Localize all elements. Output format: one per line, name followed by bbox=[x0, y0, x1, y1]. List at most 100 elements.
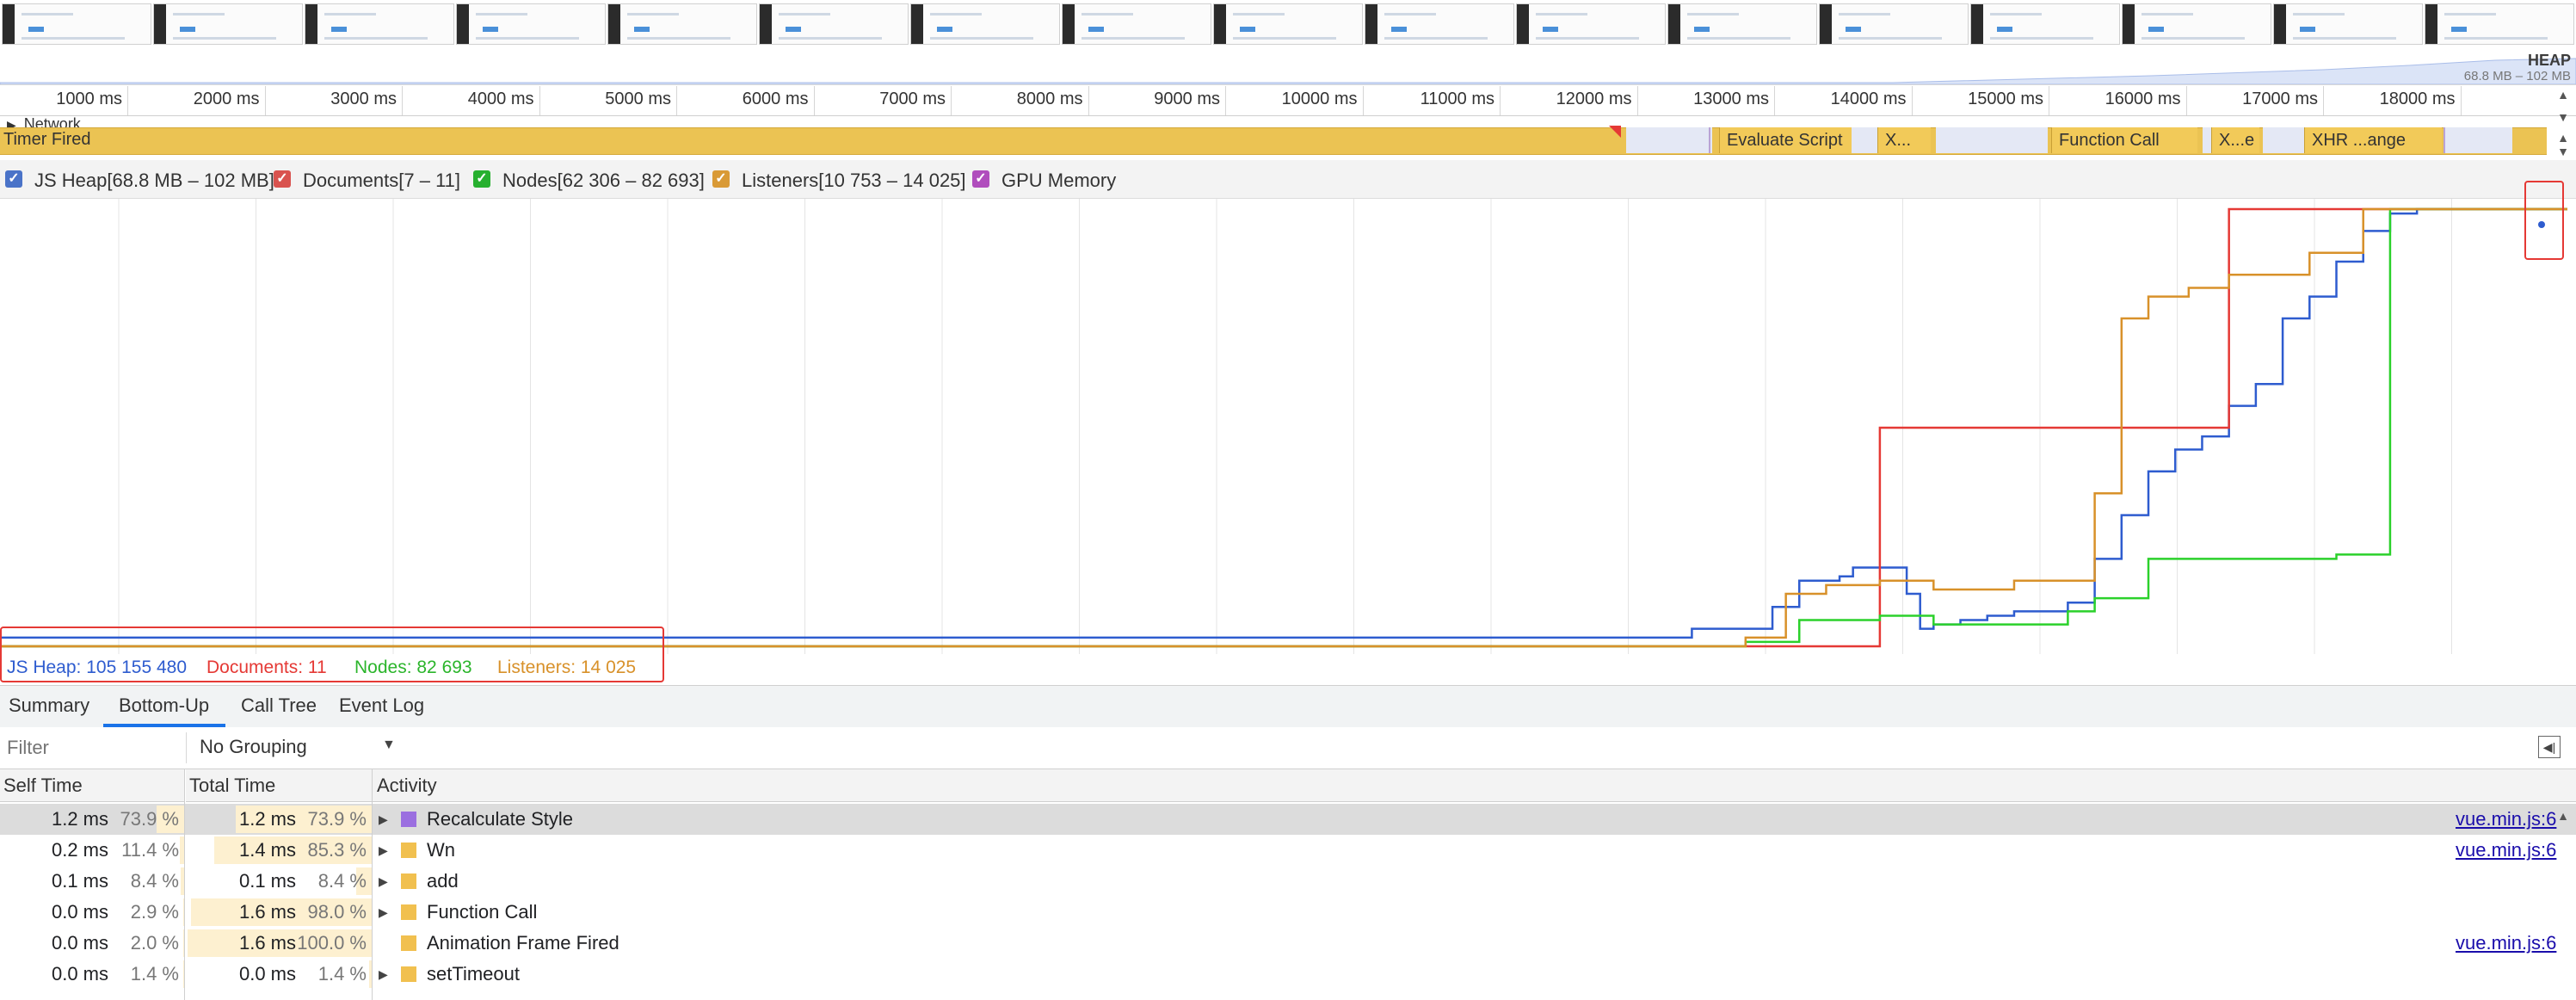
nodes-checkbox[interactable]: ✓ bbox=[473, 170, 490, 188]
listeners-checkbox[interactable]: ✓ bbox=[712, 170, 730, 188]
ruler-tick-line bbox=[2185, 86, 2187, 115]
nodes-legend-label: Nodes[62 306 – 82 693] bbox=[502, 170, 705, 191]
heap-overview[interactable] bbox=[0, 48, 2576, 85]
ruler-tick-label: 2000 ms bbox=[193, 90, 260, 108]
tab-event-log[interactable]: Event Log bbox=[339, 694, 424, 717]
ruler-tick-line bbox=[1911, 86, 1913, 115]
task-xe[interactable]: X...e bbox=[2211, 127, 2259, 153]
screenshot-thumbnail[interactable] bbox=[456, 3, 606, 45]
gpu-memory-checkbox[interactable]: ✓ bbox=[972, 170, 989, 188]
activity-name: Function Call bbox=[427, 901, 538, 923]
total-time-percent: 100.0 % bbox=[297, 932, 367, 954]
expand-triangle-icon[interactable]: ▶ bbox=[379, 959, 388, 990]
expand-triangle-icon[interactable]: ▶ bbox=[379, 804, 388, 835]
ruler-tick-label: 6000 ms bbox=[742, 90, 809, 108]
screenshot-thumbnail[interactable] bbox=[1062, 3, 1211, 45]
ruler-tick-line bbox=[1362, 86, 1364, 115]
ruler-tick-line bbox=[676, 86, 677, 115]
network-track[interactable]: ▶ Network bbox=[0, 115, 81, 133]
screenshot-thumbnail[interactable] bbox=[910, 3, 1060, 45]
tab-call-tree[interactable]: Call Tree bbox=[241, 694, 317, 717]
screenshot-thumbnail[interactable] bbox=[2273, 3, 2423, 45]
expand-triangle-icon[interactable]: ▶ bbox=[379, 866, 388, 897]
screenshot-thumbnail[interactable] bbox=[2, 3, 151, 45]
total-time-percent: 8.4 % bbox=[317, 870, 367, 892]
counters-chart[interactable] bbox=[0, 199, 2576, 654]
self-time-percent: 73.9 % bbox=[120, 808, 180, 830]
highlight-box-readout bbox=[0, 627, 664, 682]
tab-summary[interactable]: Summary bbox=[9, 694, 89, 717]
table-row[interactable]: 0.0 ms 2.0 % 1.6 ms 100.0 % Animation Frame … bbox=[0, 928, 2576, 959]
ruler-tick-line bbox=[1225, 86, 1226, 115]
scroll-up-icon[interactable]: ▲ bbox=[2557, 809, 2569, 823]
grouping-select[interactable]: No Grouping bbox=[200, 736, 307, 758]
ruler-tick-label: 8000 ms bbox=[1016, 90, 1083, 108]
screenshot-thumbnail[interactable] bbox=[2425, 3, 2574, 45]
self-time-percent: 1.4 % bbox=[130, 963, 179, 985]
screenshot-thumbnail[interactable] bbox=[305, 3, 454, 45]
expand-triangle-icon[interactable]: ▶ bbox=[379, 897, 388, 928]
ruler-tick-label: 15000 ms bbox=[1968, 90, 2043, 108]
category-color-swatch bbox=[401, 904, 416, 920]
marker-stroke bbox=[2444, 127, 2445, 153]
screenshot-thumbnail[interactable] bbox=[759, 3, 909, 45]
time-ruler[interactable]: 1000 ms 2000 ms 3000 ms 4000 ms 5000 ms 6000 … bbox=[0, 86, 2576, 116]
screenshot-thumbnail[interactable] bbox=[607, 3, 757, 45]
timer-fired-label: Timer Fired bbox=[3, 130, 91, 149]
total-time-value: 1.6 ms bbox=[238, 932, 296, 954]
ruler-tick-label: 14000 ms bbox=[1830, 90, 1907, 108]
source-link[interactable]: vue.min.js:6 bbox=[2456, 835, 2559, 866]
self-time-percent: 2.9 % bbox=[130, 901, 179, 923]
source-link[interactable]: vue.min.js:6 bbox=[2456, 928, 2559, 959]
task-evaluate-script[interactable]: Evaluate Script bbox=[1719, 127, 1852, 153]
ruler-tick-line bbox=[2460, 86, 2462, 115]
header-total-time[interactable]: Total Time bbox=[186, 769, 373, 802]
scroll-down-icon[interactable]: ▼ bbox=[2557, 110, 2569, 124]
ruler-tick-label: 3000 ms bbox=[330, 90, 397, 108]
screenshot-thumbnail[interactable] bbox=[1970, 3, 2120, 45]
screenshot-thumbnail[interactable] bbox=[2122, 3, 2271, 45]
task-xhr-change[interactable]: XHR ...ange bbox=[2304, 127, 2442, 153]
js-heap-checkbox[interactable]: ✓ bbox=[5, 170, 22, 188]
counters-chart-svg bbox=[0, 199, 2567, 654]
bottom-up-table: Self Time Total Time Activity 1.2 ms 73.9… bbox=[0, 769, 2576, 1000]
screenshot-thumbnail[interactable] bbox=[1516, 3, 1666, 45]
scroll-up-icon[interactable]: ▲ bbox=[2557, 131, 2569, 145]
ruler-tick-line bbox=[813, 86, 815, 115]
dropdown-arrow-icon[interactable]: ▼ bbox=[382, 738, 396, 753]
table-row[interactable]: 0.0 ms 1.4 % 0.0 ms 1.4 % ▶ setTimeout bbox=[0, 959, 2576, 990]
table-row[interactable]: 0.2 ms 11.4 % 1.4 ms 85.3 % ▶ Wn vue.min.js:6 bbox=[0, 835, 2576, 866]
screenshot-thumbnail[interactable] bbox=[1667, 3, 1817, 45]
header-activity[interactable]: Activity bbox=[373, 769, 2576, 802]
scroll-up-icon[interactable]: ▲ bbox=[2557, 88, 2569, 102]
ruler-tick-label: 5000 ms bbox=[605, 90, 671, 108]
table-row[interactable]: 0.0 ms 2.9 % 1.6 ms 98.0 % ▶ Function Call bbox=[0, 897, 2576, 928]
scroll-down-icon[interactable]: ▼ bbox=[2557, 145, 2569, 158]
ruler-tick-label: 12000 ms bbox=[1556, 90, 1632, 108]
expand-triangle-icon[interactable]: ▶ bbox=[379, 835, 388, 866]
self-time-percent: 11.4 % bbox=[121, 839, 179, 861]
table-row[interactable]: 0.1 ms 8.4 % 0.1 ms 8.4 % ▶ add bbox=[0, 866, 2576, 897]
documents-checkbox[interactable]: ✓ bbox=[274, 170, 291, 188]
source-link[interactable]: vue.min.js:6 bbox=[2456, 804, 2559, 835]
self-time-percent: 8.4 % bbox=[130, 870, 179, 892]
screenshot-thumbnail[interactable] bbox=[1819, 3, 1969, 45]
filter-input[interactable] bbox=[5, 732, 187, 763]
js-heap-series-line bbox=[0, 207, 2567, 639]
screenshot-thumbnail[interactable] bbox=[153, 3, 303, 45]
header-self-time[interactable]: Self Time bbox=[0, 769, 184, 802]
warning-marker-icon[interactable] bbox=[1609, 126, 1621, 138]
task-x[interactable]: X... bbox=[1877, 127, 1931, 153]
table-row[interactable]: 1.2 ms 73.9 % 1.2 ms 73.9 % ▶ Recalculate Sty… bbox=[0, 804, 2576, 835]
ruler-tick-label: 7000 ms bbox=[879, 90, 946, 108]
ruler-tick-line bbox=[951, 86, 952, 115]
category-color-swatch bbox=[401, 966, 416, 982]
tab-bottom-up[interactable]: Bottom-Up bbox=[119, 694, 209, 717]
column-divider bbox=[372, 769, 373, 1000]
task-function-call[interactable]: Function Call bbox=[2051, 127, 2197, 153]
ruler-tick-label: 9000 ms bbox=[1154, 90, 1220, 108]
screenshot-thumbnail[interactable] bbox=[1365, 3, 1514, 45]
sidebar-toggle-icon[interactable]: ◀| bbox=[2538, 736, 2561, 758]
filmstrip[interactable] bbox=[0, 0, 2576, 48]
screenshot-thumbnail[interactable] bbox=[1213, 3, 1363, 45]
